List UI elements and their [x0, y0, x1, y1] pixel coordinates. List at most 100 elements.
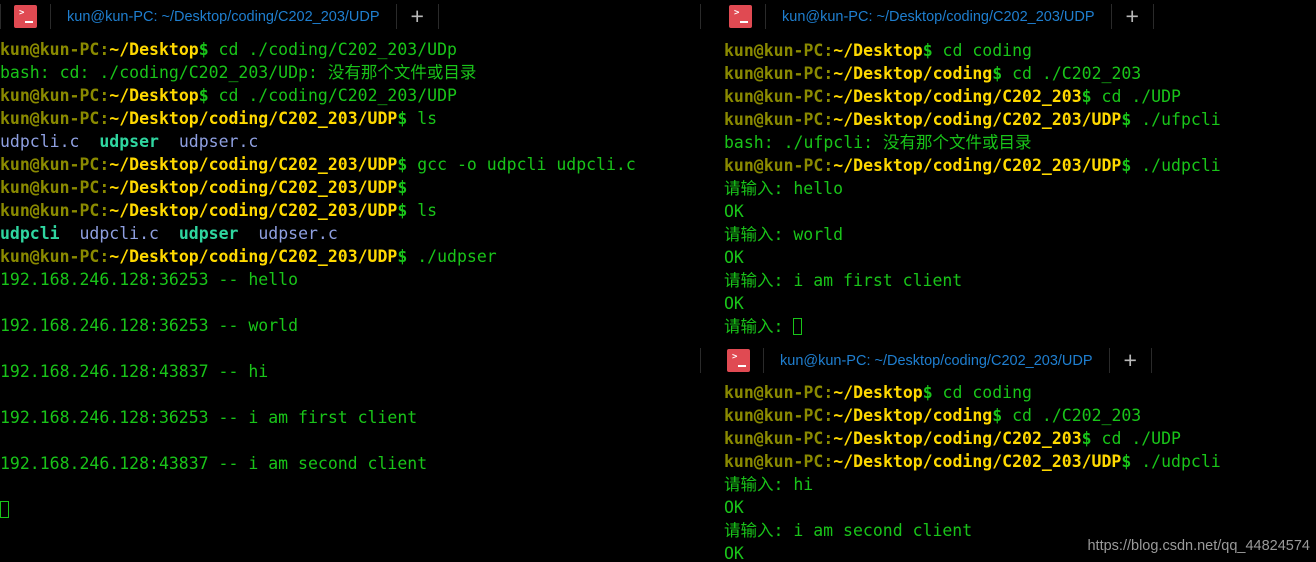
prompt-user-host: kun@kun-PC: — [0, 155, 110, 174]
terminal-icon-chevron: > — [732, 352, 738, 362]
prompt-user-host: kun@kun-PC: — [724, 87, 834, 106]
prompt-path: ~/Desktop/coding/C202_203/UDP — [109, 247, 398, 266]
prompt-dollar: $ — [198, 86, 209, 105]
text-cursor — [793, 318, 803, 335]
prompt-path: ~/Desktop/coding/C202_203/UDP — [109, 178, 398, 197]
terminal-icon: > — [14, 5, 37, 28]
terminal-output-line: 192.168.246.128:36253 -- i am first clie… — [0, 406, 700, 429]
prompt-path: ~/Desktop/coding/C202_203/UDP — [109, 109, 398, 128]
terminal-output-line: OK — [724, 200, 1316, 223]
prompt-user-host: kun@kun-PC: — [0, 201, 110, 220]
ls-source-file: udpser.c — [178, 132, 259, 151]
prompt-user-host: kun@kun-PC: — [0, 86, 110, 105]
plus-icon-client2-panel[interactable]: + — [1110, 349, 1151, 372]
terminal-output-line: bash: cd: ./coding/C202_203/UDp: 没有那个文件或… — [0, 61, 700, 84]
terminal-body-client1-panel[interactable]: kun@kun-PC:~/Desktop$ cd coding kun@kun-P… — [724, 39, 1316, 338]
tab-divider-left — [0, 4, 1, 29]
prompt-user-host: kun@kun-PC: — [0, 247, 110, 266]
prompt-dollar: $ — [1121, 452, 1132, 471]
prompt-path: ~/Desktop/coding — [833, 64, 993, 83]
ls-executable: udpcli — [0, 224, 60, 243]
terminal-output-line: OK — [724, 292, 1316, 315]
tab-divider-right — [1150, 348, 1152, 373]
terminal-body-client2-panel[interactable]: kun@kun-PC:~/Desktop$ cd coding kun@kun-P… — [724, 381, 1316, 562]
tabbar-client2-panel: > kun@kun-PC: ~/Desktop/coding/C202_203/… — [700, 344, 1316, 377]
output-text: OK — [724, 248, 744, 267]
prompt-path: ~/Desktop — [833, 383, 923, 402]
output-text: 192.168.246.128:43837 -- hi — [0, 362, 269, 381]
prompt-user-host: kun@kun-PC: — [724, 41, 834, 60]
terminal-prompt-line: kun@kun-PC:~/Desktop/coding/C202_203$ cd… — [724, 427, 1316, 450]
terminal-prompt-line: kun@kun-PC:~/Desktop/coding/C202_203/UDP… — [724, 154, 1316, 177]
prompt-command: cd ./C202_203 — [1002, 64, 1142, 83]
prompt-path: ~/Desktop/coding — [833, 406, 993, 425]
tab-title-server-panel[interactable]: kun@kun-PC: ~/Desktop/coding/C202_203/UD… — [51, 9, 396, 25]
prompt-command: ls — [407, 201, 438, 220]
prompt-command: ./udpcli — [1131, 452, 1221, 471]
tab-divider-right — [437, 4, 439, 29]
output-text: 192.168.246.128:36253 -- world — [0, 316, 299, 335]
prompt-path: ~/Desktop/coding/C202_203 — [833, 429, 1082, 448]
prompt-user-host: kun@kun-PC: — [0, 109, 110, 128]
tab-divider-left — [700, 348, 701, 373]
terminal-icon-chevron: > — [19, 8, 25, 18]
terminal-prompt-line: kun@kun-PC:~/Desktop/coding/C202_203/UDP… — [0, 245, 700, 268]
terminal-output-line: bash: ./ufpcli: 没有那个文件或目录 — [724, 131, 1316, 154]
output-text: 请输入: i am second client — [724, 521, 973, 540]
output-text: 请输入: i am first client — [724, 271, 963, 290]
terminal-output-line: 192.168.246.128:43837 -- hi — [0, 360, 700, 383]
ls-gap — [159, 224, 179, 243]
terminal-prompt-line: kun@kun-PC:~/Desktop$ cd ./coding/C202_2… — [0, 38, 700, 61]
terminal-prompt-line: kun@kun-PC:~/Desktop/coding/C202_203/UDP… — [0, 107, 700, 130]
prompt-command: cd ./UDP — [1091, 87, 1181, 106]
prompt-dollar: $ — [397, 178, 408, 197]
terminal-prompt-line: kun@kun-PC:~/Desktop$ cd ./coding/C202_2… — [0, 84, 700, 107]
tab-title-client1-panel[interactable]: kun@kun-PC: ~/Desktop/coding/C202_203/UD… — [766, 9, 1111, 25]
terminal-body-server-panel[interactable]: kun@kun-PC:~/Desktop$ cd ./coding/C202_2… — [0, 38, 700, 521]
prompt-dollar: $ — [922, 41, 933, 60]
prompt-user-host: kun@kun-PC: — [0, 40, 110, 59]
terminal-cursor-line — [0, 498, 700, 521]
tab-title-client2-panel[interactable]: kun@kun-PC: ~/Desktop/coding/C202_203/UD… — [764, 353, 1109, 369]
terminal-prompt-line: kun@kun-PC:~/Desktop/coding/C202_203$ cd… — [724, 85, 1316, 108]
text-cursor — [0, 501, 9, 518]
prompt-command: cd ./coding/C202_203/UDp — [208, 40, 457, 59]
prompt-path: ~/Desktop/coding/C202_203/UDP — [833, 110, 1122, 129]
tabbar-client1-panel: > kun@kun-PC: ~/Desktop/coding/C202_203/… — [700, 0, 1316, 33]
prompt-dollar: $ — [1121, 110, 1132, 129]
terminal-prompt-line: kun@kun-PC:~/Desktop/coding/C202_203/UDP… — [0, 176, 700, 199]
prompt-dollar: $ — [397, 247, 408, 266]
terminal-prompt-line: kun@kun-PC:~/Desktop/coding$ cd ./C202_2… — [724, 62, 1316, 85]
ls-source-file: udpser.c — [258, 224, 338, 243]
terminal-output-line: OK — [724, 496, 1316, 519]
terminal-icon-chevron: > — [734, 8, 740, 18]
prompt-user-host: kun@kun-PC: — [724, 110, 834, 129]
prompt-command: cd ./C202_203 — [1002, 406, 1142, 425]
prompt-path: ~/Desktop — [109, 40, 199, 59]
prompt-dollar: $ — [397, 201, 408, 220]
terminal-icon-underscore — [740, 21, 748, 23]
output-text: 192.168.246.128:36253 -- i am first clie… — [0, 408, 418, 427]
terminal-icon: > — [729, 5, 752, 28]
prompt-dollar: $ — [397, 155, 408, 174]
ls-source-file: udpcli.c — [79, 224, 159, 243]
prompt-command: ./ufpcli — [1131, 110, 1221, 129]
plus-icon-server-panel[interactable]: + — [397, 5, 438, 28]
plus-icon-client1-panel[interactable]: + — [1112, 5, 1153, 28]
prompt-path: ~/Desktop/coding/C202_203/UDP — [833, 156, 1122, 175]
terminal-icon: > — [727, 349, 750, 372]
watermark: https://blog.csdn.net/qq_44824574 — [1087, 538, 1310, 554]
prompt-dollar: $ — [1081, 87, 1092, 106]
prompt-user-host: kun@kun-PC: — [0, 178, 110, 197]
terminal-output-line: 请输入: hello — [724, 177, 1316, 200]
terminal-output-line: OK — [724, 246, 1316, 269]
output-text: OK — [724, 544, 744, 562]
prompt-command: cd ./UDP — [1091, 429, 1181, 448]
prompt-path: ~/Desktop — [833, 41, 923, 60]
prompt-user-host: kun@kun-PC: — [724, 383, 834, 402]
ls-executable: udpser — [178, 224, 239, 243]
